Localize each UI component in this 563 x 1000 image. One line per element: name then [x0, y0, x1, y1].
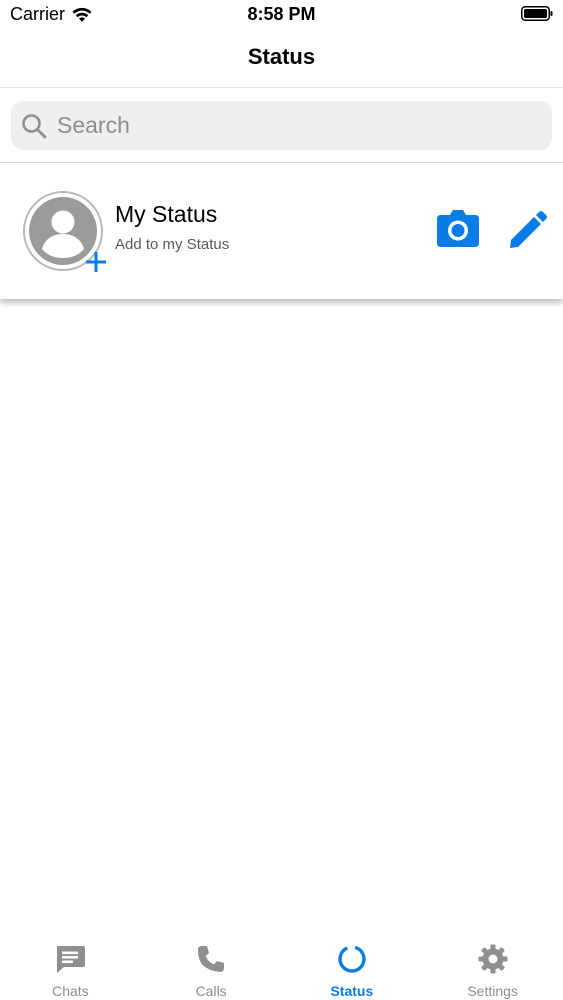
search-input[interactable]	[57, 112, 537, 139]
avatar-container[interactable]	[23, 191, 106, 272]
tab-settings[interactable]: Settings	[422, 930, 563, 1000]
status-ring-icon	[335, 942, 369, 976]
add-status-plus-icon[interactable]	[83, 249, 109, 275]
tab-label: Settings	[467, 983, 518, 999]
tab-calls[interactable]: Calls	[141, 930, 282, 1000]
tab-label: Chats	[52, 983, 89, 999]
battery-icon	[521, 6, 553, 21]
camera-icon[interactable]	[435, 207, 481, 251]
tab-status[interactable]: Status	[282, 930, 423, 1000]
my-status-row[interactable]: My Status Add to my Status	[0, 163, 563, 299]
my-status-title: My Status	[115, 201, 218, 227]
navigation-bar: Status	[0, 30, 563, 88]
search-section	[0, 88, 563, 163]
status-bar: Carrier 8:58 PM	[0, 0, 563, 30]
tab-label: Status	[330, 983, 374, 999]
page-title: Status	[247, 44, 316, 69]
tab-chats[interactable]: Chats	[0, 930, 141, 1000]
search-bar[interactable]	[11, 101, 552, 150]
tab-label: Calls	[195, 983, 227, 999]
chat-icon	[53, 942, 87, 976]
clock-time: 8:58 PM	[247, 4, 316, 24]
gear-icon	[476, 942, 510, 976]
tab-bar: Chats Calls Status Settings	[0, 930, 563, 1000]
my-status-text: My Status Add to my Status	[115, 201, 229, 253]
search-icon	[22, 113, 47, 138]
pencil-icon[interactable]	[506, 210, 550, 252]
phone-icon	[194, 942, 228, 976]
my-status-subtitle: Add to my Status	[115, 236, 230, 253]
